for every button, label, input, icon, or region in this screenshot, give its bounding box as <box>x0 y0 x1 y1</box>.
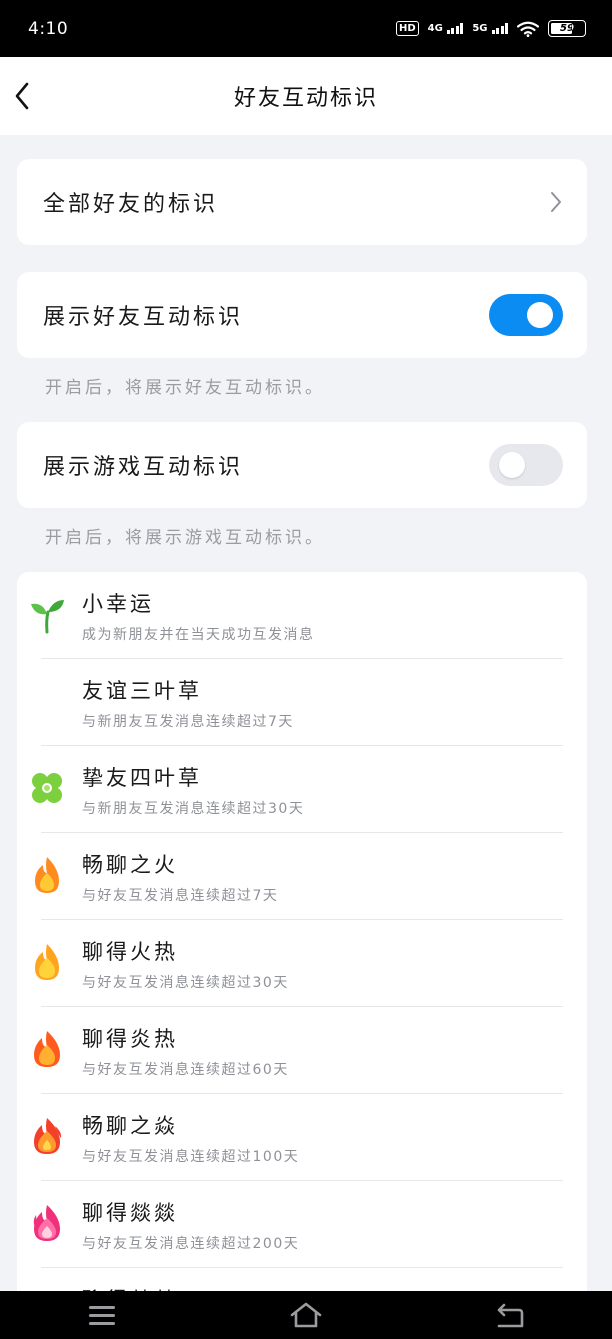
back-button[interactable] <box>4 77 40 115</box>
back-nav-button[interactable] <box>490 1300 530 1330</box>
list-item: 聊得燚燚 与好友互发消息连续超过200天 <box>17 1181 587 1268</box>
wifi-icon <box>517 21 539 37</box>
list-item: 小幸运 成为新朋友并在当天成功互发消息 <box>17 572 587 659</box>
list-item: 聊得燚燚 <box>17 1268 587 1292</box>
all-badges-row[interactable]: 全部好友的标识 <box>17 159 587 245</box>
game-badge-toggle-row: 展示游戏互动标识 <box>17 422 587 508</box>
list-item: 友谊三叶草 与新朋友互发消息连续超过7天 <box>17 659 587 746</box>
flame-small-icon <box>35 857 59 893</box>
friend-badge-toggle[interactable] <box>489 294 563 336</box>
home-button[interactable] <box>286 1300 326 1330</box>
hd-icon: HD <box>395 21 419 36</box>
badge-list: 小幸运 成为新朋友并在当天成功互发消息 友谊三叶草 与新朋友互发消息连续超过7天… <box>17 572 587 1292</box>
list-item: 挚友四叶草 与新朋友互发消息连续超过30天 <box>17 746 587 833</box>
flame-pink-icon <box>33 1205 60 1241</box>
chevron-right-icon <box>551 192 561 212</box>
friend-badge-hint: 开启后，将展示好友互动标识。 <box>45 378 325 398</box>
menu-button[interactable] <box>82 1300 122 1330</box>
battery-icon: 59 <box>548 20 586 37</box>
game-badge-toggle[interactable] <box>489 444 563 486</box>
status-bar: 4:10 HD 4G 5G 59 <box>0 0 612 57</box>
nav-bar: 好友互动标识 <box>0 57 612 135</box>
flame-orange-icon <box>34 1031 60 1067</box>
system-nav-bar <box>0 1291 612 1339</box>
home-icon <box>290 1302 322 1328</box>
status-icons: HD 4G 5G 59 <box>395 20 586 37</box>
list-item: 畅聊之焱 与好友互发消息连续超过100天 <box>17 1094 587 1181</box>
list-item: 聊得火热 与好友互发消息连续超过30天 <box>17 920 587 1007</box>
clover-icon <box>32 773 62 803</box>
friend-badge-toggle-row: 展示好友互动标识 <box>17 272 587 358</box>
signal-sim1-icon: 4G <box>428 23 464 34</box>
chevron-left-icon <box>15 82 29 110</box>
menu-icon <box>89 1306 115 1325</box>
game-badge-toggle-label: 展示游戏互动标识 <box>43 455 244 480</box>
game-badge-hint: 开启后，将展示游戏互动标识。 <box>45 528 325 548</box>
list-item: 聊得炎热 与好友互发消息连续超过60天 <box>17 1007 587 1094</box>
friend-badge-toggle-label: 展示好友互动标识 <box>43 305 244 330</box>
back-arrow-icon <box>497 1303 524 1328</box>
list-item: 畅聊之火 与好友互发消息连续超过7天 <box>17 833 587 920</box>
flame-red-icon <box>34 1118 62 1154</box>
all-badges-label: 全部好友的标识 <box>43 192 219 217</box>
signal-sim2-icon: 5G <box>472 23 508 34</box>
flame-yellow-icon <box>35 944 59 980</box>
status-time: 4:10 <box>28 18 69 39</box>
page-title: 好友互动标识 <box>233 86 378 111</box>
sprout-icon <box>31 600 64 634</box>
